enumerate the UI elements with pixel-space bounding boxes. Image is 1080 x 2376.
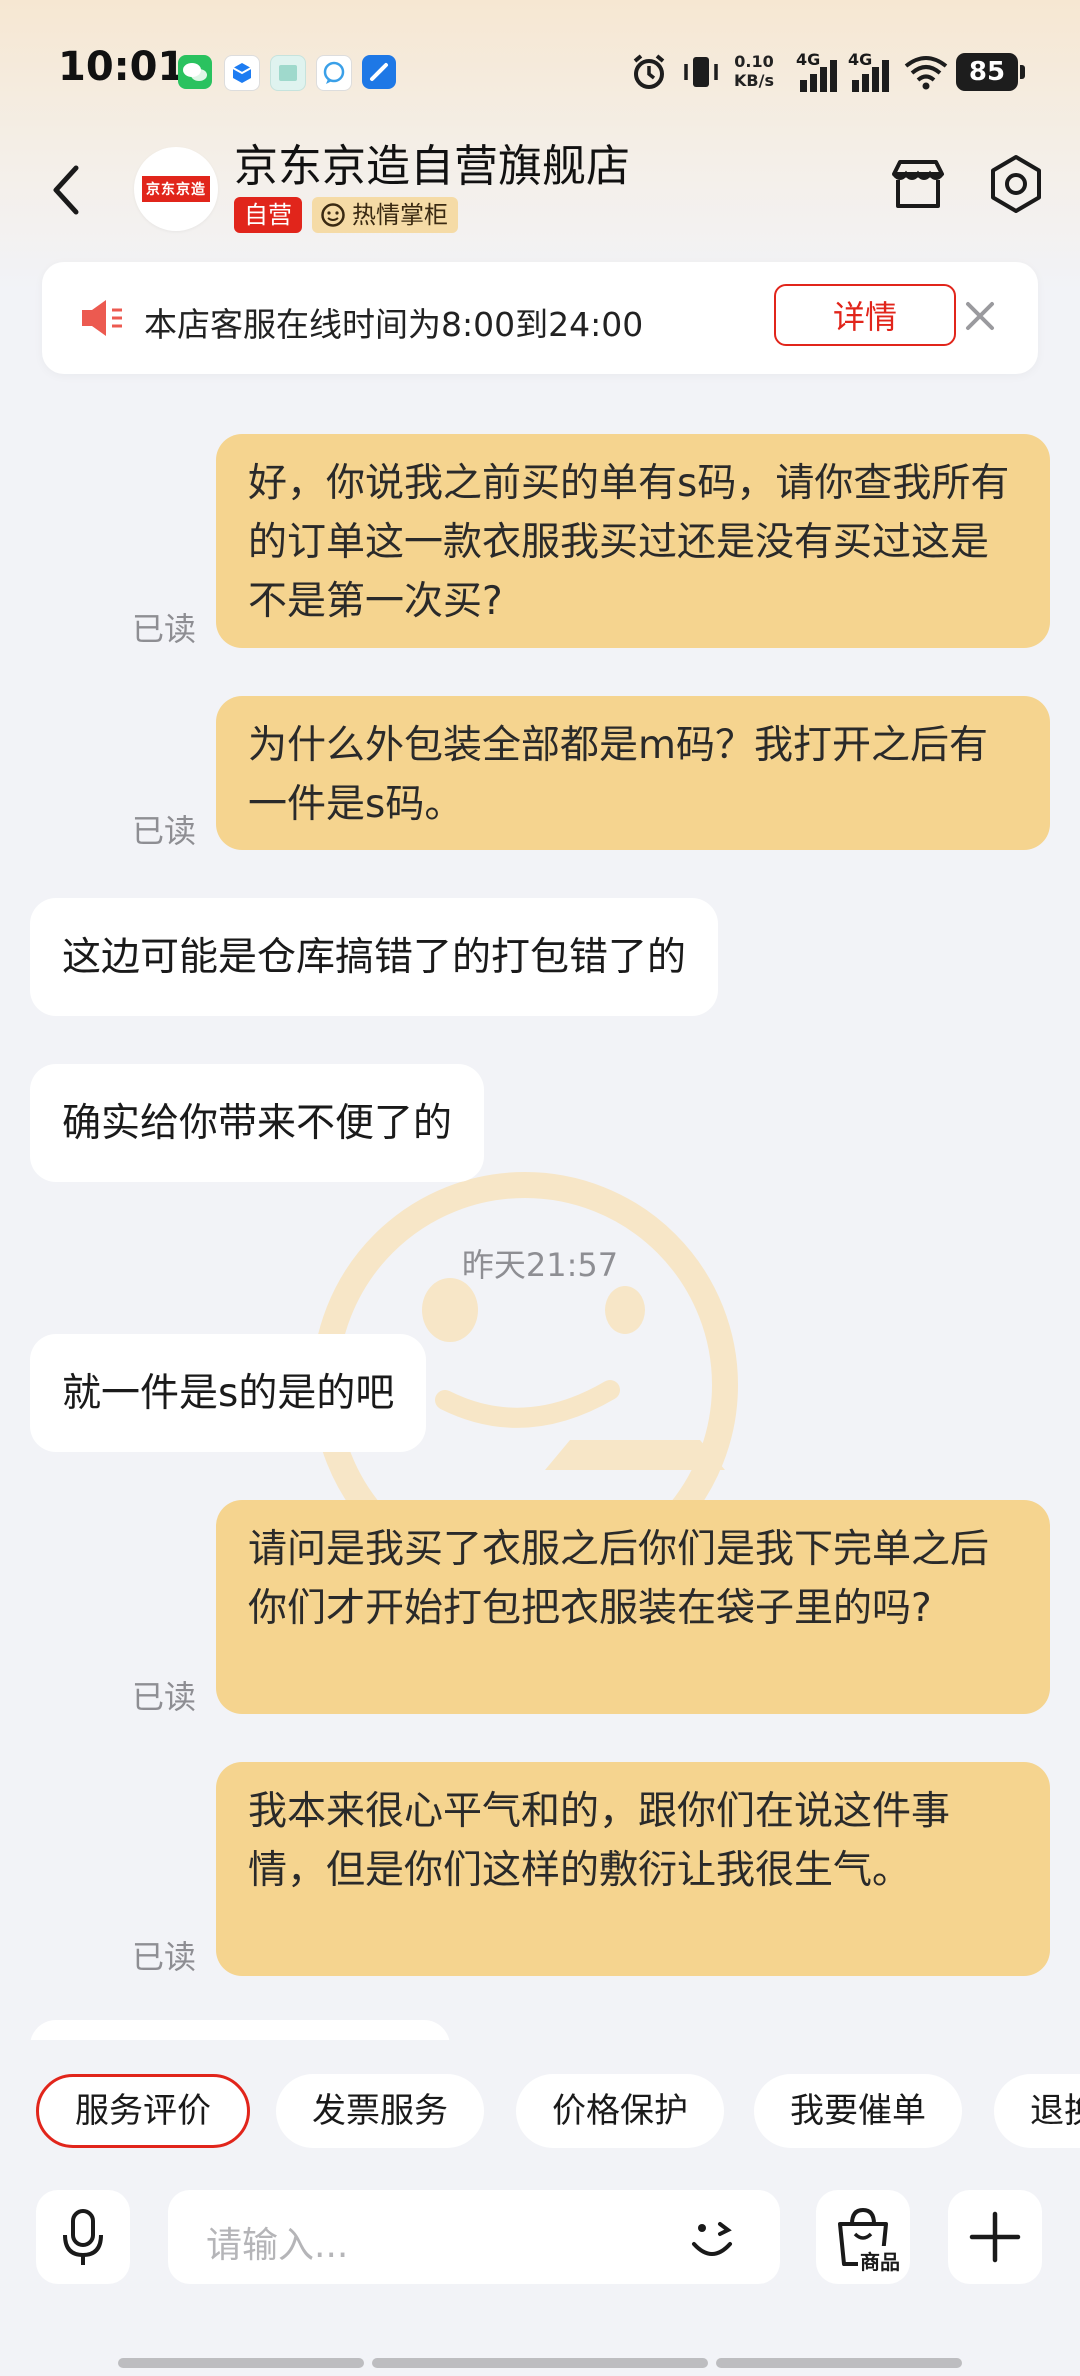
read-status: 已读 [132,1678,197,1716]
agent-message-bubble[interactable]: 这边可能是仓库搞错了的打包错了的 [30,898,719,1016]
read-status: 已读 [132,610,197,648]
quick-reply-price-protection[interactable]: 价格保护 [516,2074,724,2148]
chat-message-list[interactable]: 昨天21:57 已读 好，你说我之前买的单有s码，请你查我所有的订单这一款衣服我… [0,0,1080,2040]
read-status: 已读 [132,1938,197,1976]
product-button-label: 商品 [858,2246,902,2275]
my-message-bubble[interactable]: 请问是我买了衣服之后你们是我下完单之后你们才开始打包把衣服装在袋子里的吗? [216,1500,1050,1714]
message-input[interactable]: 请输入... [168,2190,780,2284]
input-bar: 请输入... 商品 [0,2180,1080,2290]
product-button[interactable]: 商品 [816,2190,910,2284]
read-status: 已读 [132,812,197,850]
quick-reply-invoice[interactable]: 发票服务 [276,2074,484,2148]
more-button[interactable] [948,2190,1042,2284]
plus-icon [969,2211,1021,2263]
gesture-bar-right [716,2358,962,2368]
my-message-bubble[interactable]: 为什么外包装全部都是m码？我打开之后有一件是s码。 [216,696,1050,850]
message-timestamp: 昨天21:57 [461,1246,619,1284]
my-message-bubble[interactable]: 好，你说我之前买的单有s码，请你查我所有的订单这一款衣服我买过还是没有买过这是不… [216,434,1050,648]
quick-reply-return[interactable]: 退换 [994,2074,1080,2148]
quick-reply-service-rating[interactable]: 服务评价 [36,2074,250,2148]
emoji-icon[interactable] [682,2210,742,2266]
voice-input-button[interactable] [36,2190,130,2284]
agent-message-bubble-partial [30,2020,450,2040]
gesture-bar-center [372,2358,708,2368]
gesture-bar-left [118,2358,364,2368]
microphone-icon [63,2209,103,2265]
agent-message-bubble[interactable]: 确实给你带来不便了的 [30,1064,485,1182]
message-input-placeholder: 请输入... [206,2225,349,2266]
quick-reply-urge-order[interactable]: 我要催单 [754,2074,962,2148]
quick-reply-bar[interactable]: 服务评价 发票服务 价格保护 我要催单 退换 [0,2070,1080,2156]
agent-message-bubble[interactable]: 就一件是s的是的吧 [30,1334,427,1452]
my-message-bubble[interactable]: 我本来很心平气和的，跟你们在说这件事情，但是你们这样的敷衍让我很生气。 [216,1762,1050,1976]
